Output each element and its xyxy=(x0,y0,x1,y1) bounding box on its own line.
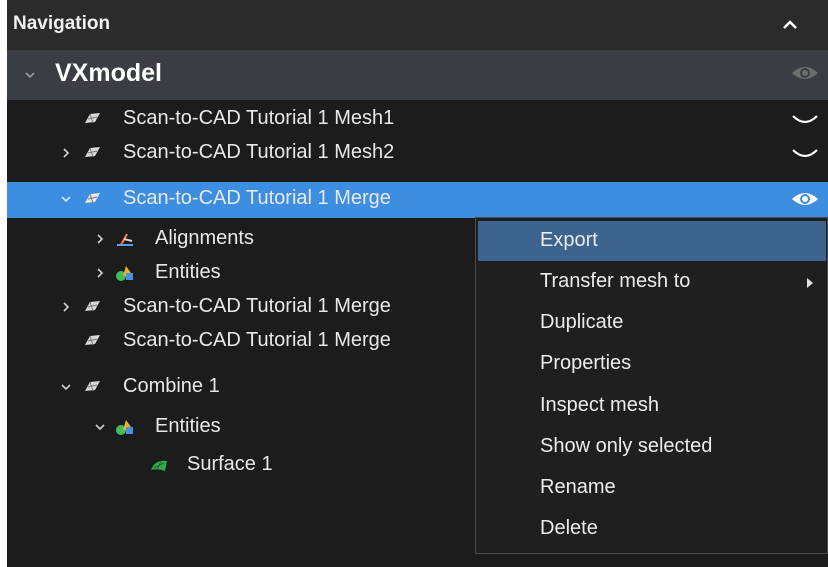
tree-node-label: Entities xyxy=(155,415,221,437)
chevron-down-icon[interactable] xyxy=(59,192,73,206)
tree-node-label: Scan-to-CAD Tutorial 1 Merge xyxy=(123,295,391,317)
entities-icon xyxy=(115,418,135,436)
context-menu: Export Transfer mesh to Duplicate Proper… xyxy=(475,217,828,554)
menu-item-label: Duplicate xyxy=(540,311,624,333)
menu-item-show-only-selected[interactable]: Show only selected xyxy=(478,427,826,467)
menu-item-duplicate[interactable]: Duplicate xyxy=(478,303,826,343)
chevron-down-icon[interactable] xyxy=(23,68,37,82)
tree-node-label: Alignments xyxy=(155,227,254,249)
menu-item-export[interactable]: Export xyxy=(478,221,826,261)
mesh-icon xyxy=(83,144,103,162)
tree-node-mesh2[interactable]: Scan-to-CAD Tutorial 1 Mesh2 xyxy=(7,136,828,170)
surface-icon xyxy=(149,456,169,474)
eye-icon[interactable] xyxy=(790,188,820,210)
mesh-icon xyxy=(83,378,103,396)
tree-node-label: Surface 1 xyxy=(187,453,273,475)
tree-node-label: Scan-to-CAD Tutorial 1 Merge xyxy=(123,329,391,351)
mesh-icon xyxy=(83,110,103,128)
menu-item-delete[interactable]: Delete xyxy=(478,509,826,549)
chevron-right-icon[interactable] xyxy=(93,266,107,280)
menu-item-label: Show only selected xyxy=(540,435,713,457)
tree-node-label: Scan-to-CAD Tutorial 1 Mesh2 xyxy=(123,141,395,163)
menu-item-label: Transfer mesh to xyxy=(540,270,691,292)
menu-item-rename[interactable]: Rename xyxy=(478,468,826,508)
menu-item-label: Properties xyxy=(540,352,632,374)
eye-icon[interactable] xyxy=(790,62,820,84)
menu-item-inspect-mesh[interactable]: Inspect mesh xyxy=(478,386,826,426)
chevron-right-icon[interactable] xyxy=(59,300,73,314)
eye-closed-icon[interactable] xyxy=(790,108,820,130)
eye-closed-icon[interactable] xyxy=(790,142,820,164)
menu-item-label: Delete xyxy=(540,517,598,539)
menu-item-label: Inspect mesh xyxy=(540,394,659,416)
panel-title: Navigation xyxy=(13,13,111,34)
menu-item-label: Export xyxy=(540,229,598,251)
mesh-icon xyxy=(83,332,103,350)
tree-node-label: Scan-to-CAD Tutorial 1 Mesh1 xyxy=(123,107,395,129)
chevron-down-icon[interactable] xyxy=(59,380,73,394)
menu-item-label: Rename xyxy=(540,476,616,498)
menu-item-properties[interactable]: Properties xyxy=(478,344,826,384)
mesh-icon xyxy=(83,190,103,208)
mesh-icon xyxy=(83,298,103,316)
panel-header: Navigation xyxy=(7,0,828,50)
chevron-right-icon[interactable] xyxy=(59,146,73,160)
collapse-panel-icon[interactable] xyxy=(779,14,801,36)
chevron-down-icon[interactable] xyxy=(93,420,107,434)
alignment-icon xyxy=(115,230,135,248)
tree-node-label: Combine 1 xyxy=(123,375,220,397)
tree-node-mesh1[interactable]: Scan-to-CAD Tutorial 1 Mesh1 xyxy=(7,102,828,136)
menu-item-transfer-mesh[interactable]: Transfer mesh to xyxy=(478,262,826,302)
tree-node-label: Scan-to-CAD Tutorial 1 Merge xyxy=(123,187,391,209)
entities-icon xyxy=(115,264,135,282)
tree-root-label: VXmodel xyxy=(55,59,162,87)
tree-node-label: Entities xyxy=(155,261,221,283)
chevron-right-icon[interactable] xyxy=(93,232,107,246)
tree-node-merge-selected[interactable]: Scan-to-CAD Tutorial 1 Merge xyxy=(7,182,828,218)
tree-root-vxmodel[interactable]: VXmodel xyxy=(7,50,828,100)
submenu-arrow-icon xyxy=(806,276,814,288)
